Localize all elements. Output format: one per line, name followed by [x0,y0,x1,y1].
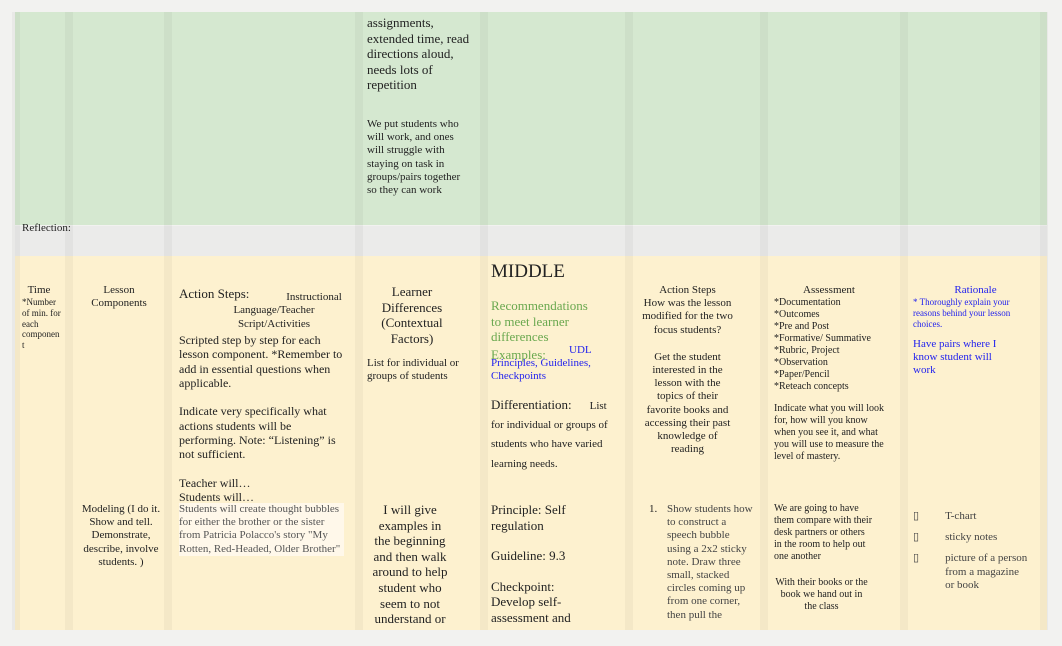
assessment-item: *Formative/ Summative [774,333,871,345]
header-rationale: Rationale * Thoroughly explain your reas… [913,284,1038,377]
assessment-title: Assessment [803,284,855,296]
column-divider [12,12,20,630]
row-guideline: Guideline: 9.3 [491,548,566,564]
row-lesson-component: Modeling (I do it. Show and tell. Demons… [81,503,161,568]
column-divider [1040,12,1048,630]
column-divider [65,12,73,630]
assessment-item: *Documentation [774,297,841,309]
row-rationale-list: ▯ T-chart ▯ sticky notes ▯ picture of a perso… [913,510,1038,600]
recommendations-label: Recommendations to meet learner differen… [491,298,588,345]
row-assessment: We are going to have them compare with t… [774,503,873,562]
assessment-item: *Paper/Pencil [774,369,830,381]
header-time-note: *Number of min. for each componen t [22,297,61,351]
rationale-note: * Thoroughly explain your reasons behind… [913,297,1011,329]
reflection-label: Reflection: [22,222,71,234]
assessment-list: *Documentation *Outcomes *Pre and Post *For… [774,297,884,393]
row-principle: Principle: Self regulation [491,502,566,533]
rationale-list-item: ▯ T-chart [913,510,1038,523]
rationale-answer: Have pairs where I know student will wor… [913,337,997,376]
row-assessment-2: With their books or the book we hand out… [775,577,868,612]
column-divider [480,12,488,630]
row-udl: Principle: Self regulation Guideline: 9.… [491,502,591,626]
action-steps-title: Action Steps: [179,286,250,301]
row-step-text: Show students how to construct a speech … [667,503,753,621]
bullet-icon: ▯ [913,531,920,544]
assessment-item: *Pre and Post [774,321,829,333]
column-divider [625,12,633,630]
header-learner-differences: Learner Differences (Contextual Factors) [381,284,443,346]
column-divider [900,12,908,630]
rationale-list-item: ▯ picture of a person from a magazine or … [913,552,1038,592]
section-title: MIDDLE [491,261,565,282]
learner-differences-top: assignments, extended time, read directi… [367,15,470,93]
header-action-steps: Action Steps: Instructional Language/Tea… [179,284,349,505]
action-steps-p1: Scripted step by step for each lesson co… [179,332,343,390]
header-time: Time [27,284,51,296]
differentiation-label: Differentiation: [491,397,572,412]
grouping-note: We put students who will work, and ones … [367,118,461,196]
action-steps-2-title: Action Steps [659,284,716,296]
differentiation: Differentiation: List for individual or … [491,395,621,472]
action-steps-teacher: Teacher will… [179,475,251,490]
assessment-item: *Outcomes [774,309,820,321]
header-assessment: Assessment *Documentation *Outcomes *Pre a… [774,284,884,463]
rationale-title: Rationale [954,284,997,296]
rationale-item-text: sticky notes [945,531,998,544]
header-action-steps-2: Action Steps How was the lesson modified… [640,284,735,456]
row-checkpoint: Checkpoint: Develop self-assessment and [491,578,571,625]
assessment-item: *Observation [774,357,828,369]
rationale-list-item: ▯ sticky notes [913,531,1038,544]
bullet-icon: ▯ [913,552,920,565]
row-learner-differences: I will give examples in the beginning an… [372,502,448,627]
column-divider [164,12,172,630]
assessment-item: *Rubric, Project [774,345,840,357]
column-divider [760,12,768,630]
assessment-note: Indicate what you will look for, how wil… [774,403,884,463]
udl-link[interactable]: UDL Principles, Guidelines, Checkpoints [491,344,601,384]
action-steps-2-answer: Get the student interested in the lesson… [644,350,731,456]
column-divider [355,12,363,630]
learner-differences-note: List for individual or groups of student… [367,357,459,383]
rationale-item-text: T-chart [945,510,977,522]
bullet-icon: ▯ [913,510,920,522]
action-steps-2-question: How was the lesson modified for the two … [642,297,733,336]
row-action-steps: Students will create thought bubbles for… [179,503,344,556]
assessment-item: *Reteach concepts [774,381,849,393]
action-steps-p2: Indicate very specifically what actions … [179,404,336,462]
rationale-item-text: picture of a person from a magazine or b… [945,552,1028,591]
row-step-number: 1. [649,503,658,515]
header-lesson-components: Lesson Components [91,284,147,310]
